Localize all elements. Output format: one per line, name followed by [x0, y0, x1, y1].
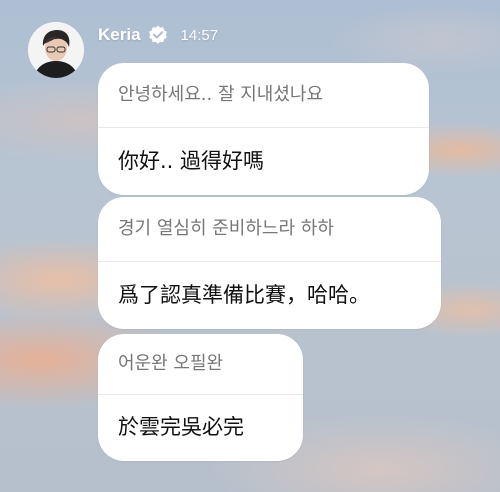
avatar[interactable] [28, 22, 84, 78]
chinese-translation: 爲了認真準備比賽，哈哈。 [118, 283, 370, 307]
korean-text: 안녕하세요.. 잘 지내셨나요 [98, 63, 429, 128]
korean-text: 경기 열심히 준비하느라 하하 [98, 197, 441, 262]
header-meta: Keria 14:57 [98, 24, 218, 46]
chinese-translation: 你好.. 過得好嗎 [118, 149, 265, 173]
profile-avatar-icon [28, 22, 84, 78]
verified-badge-icon [147, 24, 169, 46]
message-timestamp: 14:57 [180, 26, 219, 44]
korean-text: 어운완 오필완 [98, 334, 303, 395]
message-bubble[interactable]: 안녕하세요.. 잘 지내셨나요 你好.. 過得好嗎 [98, 63, 429, 195]
message-bubble[interactable]: 경기 열심히 준비하느라 하하 爲了認真準備比賽，哈哈。 [98, 197, 441, 329]
message-bubble[interactable]: 어운완 오필완 於雲完吳必完 [98, 334, 303, 461]
username[interactable]: Keria [98, 25, 141, 45]
chinese-translation: 於雲完吳必完 [118, 415, 244, 439]
